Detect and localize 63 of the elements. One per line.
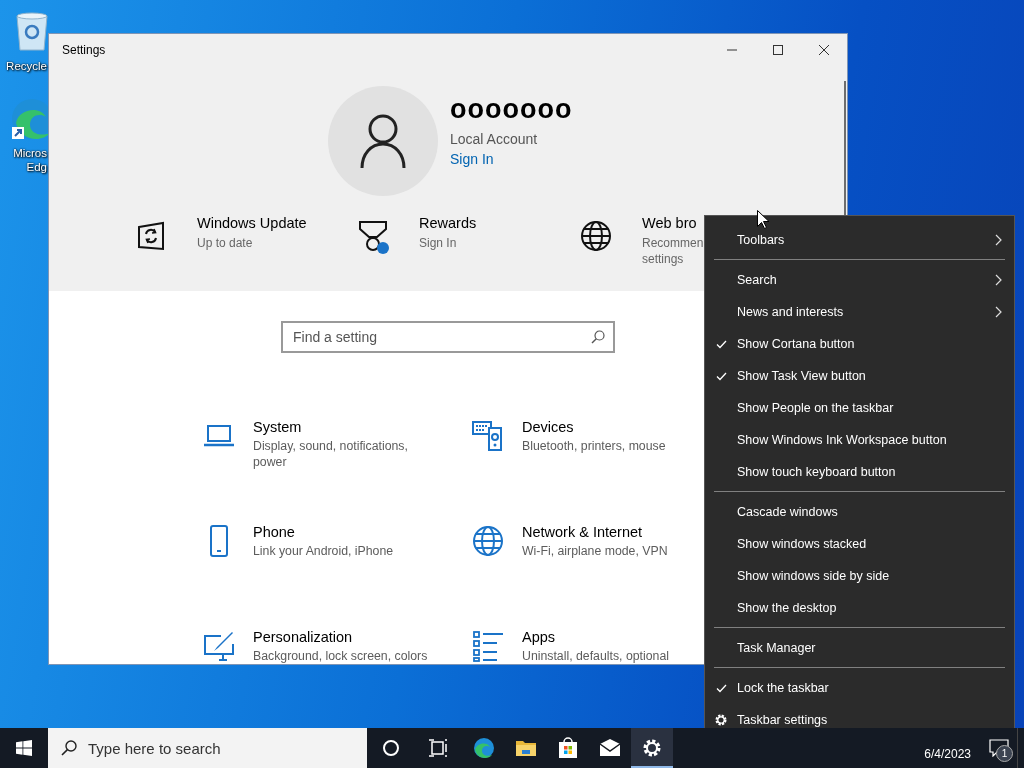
close-icon <box>819 45 829 55</box>
taskbar-search-field[interactable]: Type here to search <box>48 728 367 768</box>
category-title[interactable]: Phone <box>253 523 394 541</box>
keyboard-speaker-icon <box>472 420 504 452</box>
category-description: Background, lock screen, colors <box>253 648 428 664</box>
menu-item[interactable]: Show Task View button <box>705 360 1014 392</box>
search-icon <box>591 330 605 344</box>
quick-link-status: Recommen settings <box>642 235 704 267</box>
edge-icon <box>472 736 496 760</box>
globe-icon <box>472 525 504 557</box>
quick-link-status: Sign In <box>419 235 458 251</box>
menu-item[interactable]: Show Cortana button <box>705 328 1014 360</box>
mouse-cursor-icon <box>757 210 769 229</box>
taskbar-app-button[interactable] <box>631 728 673 768</box>
quick-link[interactable]: Windows Update <box>197 214 307 232</box>
category-description: Link your Android, iPhone <box>253 543 394 559</box>
quick-link[interactable]: Web bro <box>642 214 704 232</box>
menu-item[interactable]: Toolbars <box>705 224 1014 256</box>
category-title[interactable]: Apps <box>522 628 669 646</box>
settings-icon <box>714 713 728 727</box>
category-title[interactable]: System <box>253 418 408 436</box>
category-title[interactable]: Network & Internet <box>522 523 668 541</box>
menu-item[interactable]: Lock the taskbar <box>705 672 1014 704</box>
medal-icon <box>357 220 389 254</box>
notification-count: 1 <box>996 745 1013 762</box>
menu-item[interactable]: Show the desktop <box>705 592 1014 624</box>
menu-item[interactable]: Show windows stacked <box>705 528 1014 560</box>
menu-item[interactable]: Task Manager <box>705 632 1014 664</box>
chevron-right-icon <box>995 274 1002 286</box>
chevron-right-icon <box>995 234 1002 246</box>
maximize-icon <box>773 45 783 55</box>
category-description: Uninstall, defaults, optional <box>522 648 669 664</box>
menu-item[interactable]: Show People on the taskbar <box>705 392 1014 424</box>
speech-bubble-icon <box>989 739 1009 757</box>
taskbar-date[interactable]: 6/4/2023 <box>924 747 981 768</box>
sign-in-link[interactable]: Sign In <box>450 151 494 167</box>
monitor-brush-icon <box>203 630 235 662</box>
menu-item[interactable]: Search <box>705 264 1014 296</box>
notification-button[interactable]: 1 <box>981 728 1017 768</box>
menu-item[interactable]: Show Windows Ink Workspace button <box>705 424 1014 456</box>
windows-logo-icon <box>16 740 32 756</box>
chevron-right-icon <box>995 306 1002 318</box>
window-title: Settings <box>61 43 107 57</box>
account-name: ooooooo <box>450 93 573 125</box>
account-type: Local Account <box>450 131 538 147</box>
menu-item[interactable]: News and interests <box>705 296 1014 328</box>
category-title[interactable]: Devices <box>522 418 666 436</box>
quick-link[interactable]: Rewards <box>419 214 477 232</box>
category-description: Wi-Fi, airplane mode, VPN <box>522 543 668 559</box>
menu-item[interactable]: Cascade windows <box>705 496 1014 528</box>
menu-item[interactable]: Show touch keyboard button <box>705 456 1014 488</box>
menu-item[interactable]: Show windows side by side <box>705 560 1014 592</box>
person-icon <box>360 113 406 169</box>
category-description: Display, sound, notifications, power <box>253 438 408 470</box>
category-title[interactable]: Personalization <box>253 628 428 646</box>
shopping-bag-icon <box>556 736 580 760</box>
menu-item[interactable]: Taskbar settings <box>705 704 1014 728</box>
list-icon <box>472 630 504 662</box>
quick-link-status: Up to date <box>197 235 254 251</box>
category-description: Bluetooth, printers, mouse <box>522 438 666 454</box>
search-field[interactable]: Find a setting <box>281 321 615 353</box>
globe-icon <box>580 220 612 254</box>
search-icon <box>61 740 77 756</box>
